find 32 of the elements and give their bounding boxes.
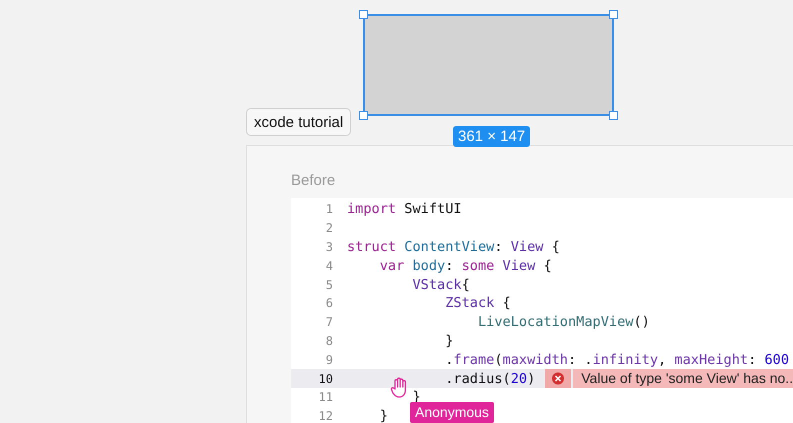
code-line: var body: some View {	[378, 258, 552, 274]
line-number: 7	[324, 315, 333, 330]
frame-label[interactable]: xcode tutorial	[246, 108, 352, 136]
line-number: 2	[324, 221, 333, 236]
code-line: }	[444, 332, 454, 349]
line-number: 5	[324, 278, 333, 292]
line-number: 6	[324, 296, 333, 310]
code-line: VStack{	[411, 276, 470, 293]
line-number: 4	[324, 258, 333, 273]
resize-handle[interactable]	[359, 111, 368, 120]
line-number: 9	[324, 352, 333, 367]
line-number: 12	[318, 409, 333, 423]
code-line: }	[378, 408, 388, 423]
code-line: import SwiftUI	[347, 201, 462, 218]
code-line: ZStack {	[444, 295, 511, 312]
user-name-tag: Anonymous	[410, 402, 494, 423]
error-message: Value of type 'some View' has no...	[573, 369, 793, 388]
panel-title: Before	[291, 172, 336, 191]
code-line: LiveLocationMapView()	[476, 314, 650, 330]
line-number: 1	[324, 202, 333, 216]
line-number: 11	[318, 390, 333, 404]
code-line: .frame(maxwidth: .infinity, maxHeight: 600	[444, 352, 790, 368]
line-number: 8	[324, 334, 333, 348]
line-number: 10	[318, 372, 333, 386]
resize-handle[interactable]	[609, 111, 618, 120]
error-icon[interactable]	[545, 369, 572, 388]
resize-handle[interactable]	[609, 10, 618, 19]
resize-handle[interactable]	[359, 10, 368, 19]
line-number: 3	[324, 240, 333, 254]
size-label: 361 × 147	[453, 126, 530, 147]
code-line: struct ContentView: View {	[347, 238, 560, 255]
code-line: .radius(20)	[444, 370, 536, 387]
